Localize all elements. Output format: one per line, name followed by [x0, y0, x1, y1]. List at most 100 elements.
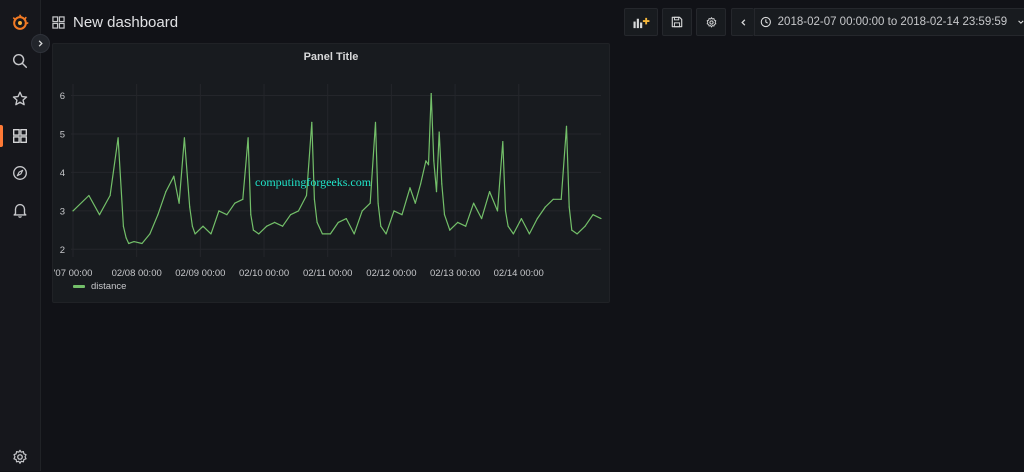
data-point [250, 214, 252, 216]
data-point [218, 210, 220, 212]
data-point [149, 233, 151, 235]
x-tick-label: 02/10 00:00 [239, 268, 289, 279]
data-point [321, 233, 324, 235]
configuration-nav[interactable] [0, 442, 40, 472]
data-point [393, 210, 395, 212]
data-point [401, 214, 403, 216]
add-panel-button[interactable] [624, 8, 658, 36]
data-point [117, 137, 119, 139]
dashboards-nav[interactable] [0, 121, 40, 151]
data-point [473, 202, 475, 204]
data-point [520, 217, 523, 220]
expand-sidebar-button[interactable] [31, 34, 50, 53]
legend-item-distance[interactable]: distance [73, 281, 126, 292]
alerting-nav[interactable] [0, 195, 40, 225]
data-point [438, 131, 440, 133]
data-point [419, 183, 422, 185]
data-point [385, 233, 387, 235]
data-point [305, 194, 308, 197]
data-point [496, 210, 499, 212]
data-point [141, 242, 143, 245]
time-range-picker[interactable]: 2018-02-07 00:00:00 to 2018-02-14 23:59:… [754, 8, 1024, 36]
gear-icon [13, 449, 27, 464]
data-point [380, 225, 382, 227]
data-point [226, 214, 228, 216]
data-point [552, 198, 554, 200]
data-point [98, 214, 101, 216]
data-point [568, 206, 570, 208]
data-point [165, 191, 167, 193]
x-tick-label: 02/13 00:00 [430, 268, 480, 279]
data-point [234, 202, 236, 204]
data-point [433, 160, 435, 162]
explore-nav[interactable] [0, 158, 40, 188]
clock-icon [760, 16, 771, 28]
add-panel-icon [633, 17, 650, 28]
x-tick-label: 02/09 00:00 [175, 268, 225, 279]
data-point [441, 183, 443, 185]
chevron-down-icon [1018, 20, 1024, 24]
graph-panel[interactable]: Panel Title 2 3 4 5 6'07 00:00 02/08 00:00 02/… [52, 43, 610, 303]
grafana-logo[interactable] [0, 8, 40, 38]
data-point [252, 229, 255, 231]
data-point [361, 210, 363, 212]
x-tick-label: '07 00:00 [54, 268, 93, 279]
save-dashboard-button[interactable] [662, 8, 692, 36]
data-point [409, 187, 411, 189]
data-point [125, 237, 127, 239]
data-point [157, 214, 159, 216]
data-point [345, 217, 347, 220]
data-point [457, 221, 459, 223]
data-point [109, 194, 111, 197]
star-icon [12, 91, 28, 106]
chevron-right-icon [38, 40, 43, 47]
y-tick-label: 4 [60, 168, 65, 179]
gear-icon [706, 16, 716, 28]
grafana-logo-icon [12, 14, 29, 30]
data-point [481, 217, 483, 220]
data-point [425, 160, 427, 162]
bell-icon [13, 203, 27, 218]
data-point [210, 233, 212, 235]
data-point [266, 225, 268, 227]
data-point [443, 214, 446, 216]
data-point [592, 214, 594, 216]
starred-nav[interactable] [0, 84, 40, 114]
data-point [374, 121, 377, 124]
data-point [258, 233, 260, 235]
data-point [502, 141, 504, 143]
series-line-distance [72, 92, 602, 245]
data-point [189, 206, 191, 208]
dashboard-settings-button[interactable] [696, 8, 726, 36]
data-point [369, 202, 371, 204]
data-point [560, 198, 562, 200]
data-point [128, 242, 130, 245]
legend-label: distance [91, 281, 127, 292]
data-point [465, 225, 467, 227]
data-point [242, 198, 244, 200]
data-point [274, 221, 276, 223]
data-point [289, 214, 292, 216]
compass-icon [13, 166, 27, 180]
data-point [414, 202, 416, 204]
data-point [430, 93, 432, 95]
data-point [565, 125, 568, 127]
dashboard-title: New dashboard [73, 13, 179, 31]
chevron-left-icon [740, 18, 745, 26]
dashboard-title-link[interactable]: New dashboard [52, 12, 178, 32]
line-chart: 2 3 4 5 6 '07 00:00 02/08 00:00 02/09 00:00 02/1… [54, 84, 602, 279]
save-icon [671, 16, 683, 28]
data-point [504, 210, 507, 212]
data-point [536, 217, 538, 220]
data-point [202, 225, 204, 227]
data-point [173, 175, 175, 177]
data-point [311, 121, 313, 124]
data-point [544, 206, 546, 208]
x-tick-label: 02/14 00:00 [494, 268, 544, 279]
y-tick-label: 6 [60, 91, 65, 102]
data-point [194, 233, 196, 235]
data-point [72, 210, 74, 212]
time-range-text: 2018-02-07 00:00:00 to 2018-02-14 23:59:… [777, 16, 1008, 28]
data-point [247, 137, 249, 139]
time-range-back-button[interactable] [731, 8, 754, 36]
